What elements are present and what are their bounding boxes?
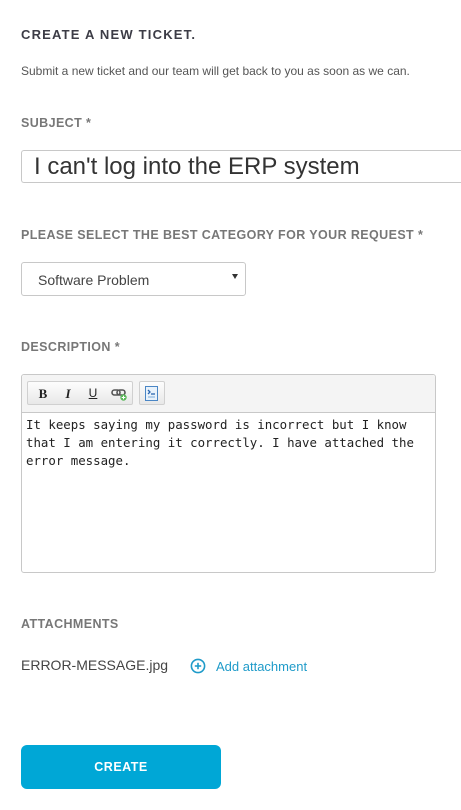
description-editor[interactable]: B I U It keeps saying my password is inc… bbox=[21, 374, 436, 573]
description-text[interactable]: It keeps saying my password is incorrect… bbox=[26, 416, 429, 470]
underline-button[interactable]: U bbox=[84, 385, 102, 402]
plus-circle-icon bbox=[190, 658, 206, 674]
add-attachment-label: Add attachment bbox=[216, 658, 308, 674]
add-attachment-link[interactable]: Add attachment bbox=[190, 657, 307, 675]
link-icon[interactable] bbox=[110, 385, 128, 402]
category-label: PLEASE SELECT THE BEST CATEGORY FOR YOUR… bbox=[21, 228, 424, 242]
description-label: DESCRIPTION * bbox=[21, 340, 120, 354]
category-select[interactable]: Software Problem bbox=[21, 262, 246, 296]
format-button-group: B I U bbox=[27, 381, 133, 405]
page-subtitle: Submit a new ticket and our team will ge… bbox=[21, 64, 410, 78]
subject-label: SUBJECT * bbox=[21, 116, 92, 130]
italic-button[interactable]: I bbox=[59, 385, 77, 402]
create-button[interactable]: CREATE bbox=[21, 745, 221, 789]
attachment-file-name: ERROR-MESSAGE.jpg bbox=[21, 657, 169, 673]
source-button-group bbox=[139, 381, 165, 405]
bold-button[interactable]: B bbox=[34, 385, 52, 402]
subject-input[interactable] bbox=[21, 150, 461, 183]
category-selected-value: Software Problem bbox=[38, 272, 150, 288]
caret-down-icon bbox=[232, 274, 238, 279]
attachments-label: ATTACHMENTS bbox=[21, 617, 119, 631]
source-icon[interactable] bbox=[143, 385, 161, 402]
editor-toolbar: B I U bbox=[22, 375, 435, 413]
page-title: CREATE A NEW TICKET. bbox=[21, 27, 197, 42]
